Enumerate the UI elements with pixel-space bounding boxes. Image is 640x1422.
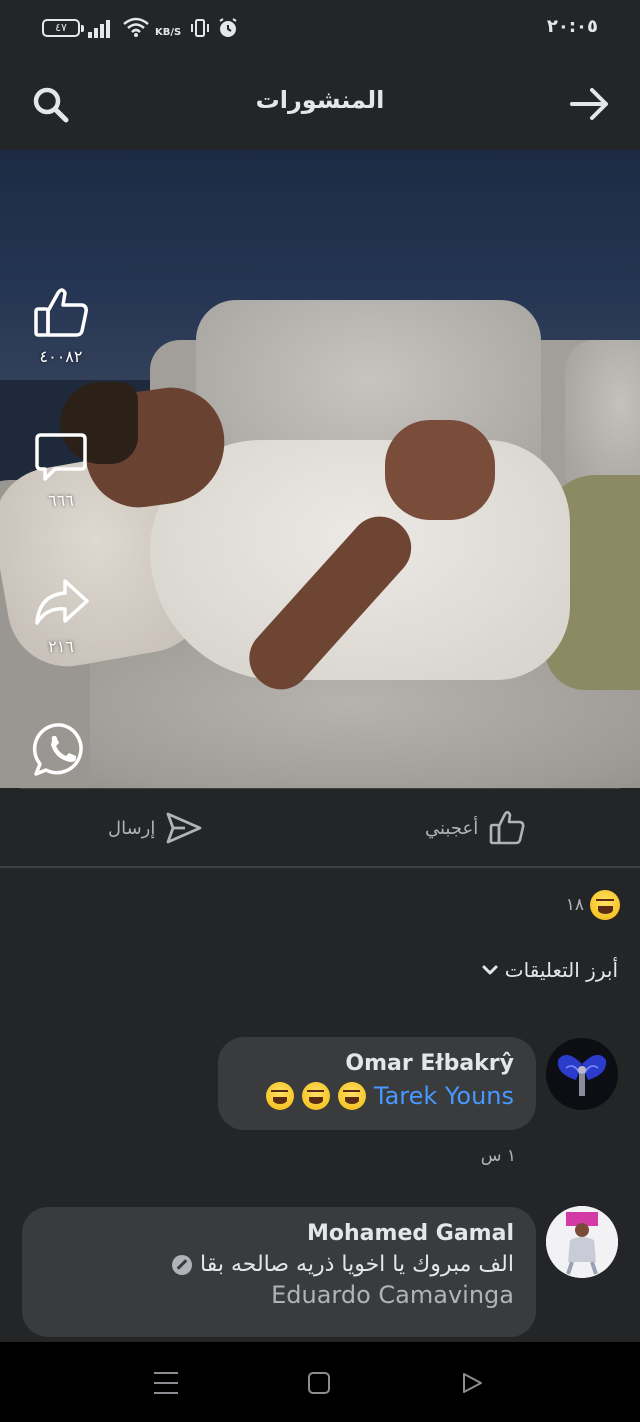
avatar[interactable] bbox=[546, 1038, 618, 1110]
whatsapp-icon bbox=[32, 723, 83, 776]
top-app-bar: المنشورات bbox=[0, 56, 640, 150]
thumbs-up-icon bbox=[34, 288, 88, 337]
vibrate-icon bbox=[191, 19, 209, 37]
like-button[interactable]: أعجبني bbox=[425, 808, 526, 848]
comment-text: الف مبروك يا اخويا ذريه صالحه بقا bbox=[200, 1252, 514, 1277]
comment-icon bbox=[35, 433, 87, 481]
post-video[interactable]: ٤٠٠٨٢ ٦٦٦ ٢١٦ bbox=[0, 150, 640, 788]
alarm-icon bbox=[219, 18, 237, 37]
signal-icon bbox=[88, 20, 112, 38]
reactions-summary[interactable]: ١٨ bbox=[566, 890, 620, 920]
laughing-emoji-icon bbox=[301, 1082, 330, 1110]
comment-author[interactable]: Mohamed Gamal bbox=[44, 1221, 514, 1246]
net-speed: KB/S bbox=[155, 27, 182, 38]
send-button[interactable]: إرسال bbox=[108, 808, 203, 848]
send-icon bbox=[166, 812, 202, 844]
comment-mention[interactable]: Tarek Youns bbox=[374, 1082, 514, 1110]
like-label: أعجبني bbox=[425, 817, 479, 839]
laughing-emoji-icon bbox=[337, 1082, 366, 1110]
comment-mention[interactable]: Eduardo Camavinga bbox=[44, 1281, 514, 1309]
chevron-down-icon bbox=[482, 965, 498, 975]
comment-bubble[interactable]: Mohamed Gamal الف مبروك يا اخويا ذريه صا… bbox=[22, 1207, 536, 1337]
home-icon[interactable] bbox=[308, 1372, 330, 1394]
whatsapp-side-button[interactable] bbox=[28, 721, 94, 779]
comment-timestamp: ١ س bbox=[480, 1146, 516, 1166]
send-label: إرسال bbox=[108, 817, 156, 839]
arrow-right-icon[interactable] bbox=[568, 82, 612, 126]
comment-count: ٦٦٦ bbox=[48, 491, 74, 510]
share-side-button[interactable]: ٢١٦ bbox=[28, 575, 94, 656]
battery-level: ٤٧ bbox=[55, 21, 67, 34]
back-triangle-icon[interactable] bbox=[460, 1371, 484, 1395]
system-nav-bar bbox=[0, 1342, 640, 1422]
like-count: ٤٠٠٨٢ bbox=[39, 347, 83, 366]
menu-icon[interactable] bbox=[154, 1372, 178, 1394]
like-side-button[interactable]: ٤٠٠٨٢ bbox=[28, 285, 94, 366]
page-title: المنشورات bbox=[255, 86, 385, 114]
wifi-icon bbox=[123, 17, 149, 37]
sort-label: أبرز التعليقات bbox=[504, 958, 618, 982]
divider bbox=[20, 788, 620, 789]
reaction-count: ١٨ bbox=[565, 895, 584, 915]
post-action-row: إرسال أعجبني bbox=[0, 790, 640, 866]
comment-bubble[interactable]: Omar Ełbakrŷ Tarek Youns bbox=[218, 1037, 536, 1130]
blocked-icon bbox=[172, 1254, 193, 1275]
share-count: ٢١٦ bbox=[48, 637, 74, 656]
status-bar: ٤٧ KB/S ٢٠:٠٥ bbox=[0, 0, 640, 56]
status-time: ٢٠:٠٥ bbox=[546, 16, 598, 37]
haha-emoji-icon bbox=[590, 890, 620, 920]
comment-author[interactable]: Omar Ełbakrŷ bbox=[240, 1051, 514, 1076]
thumbs-up-icon bbox=[489, 810, 525, 845]
comments-sort[interactable]: أبرز التعليقات bbox=[481, 958, 618, 982]
divider bbox=[0, 866, 640, 868]
laughing-emoji-icon bbox=[265, 1082, 294, 1110]
battery-icon: ٤٧ bbox=[42, 19, 84, 37]
avatar[interactable] bbox=[546, 1206, 618, 1278]
comment-side-button[interactable]: ٦٦٦ bbox=[28, 429, 94, 510]
share-icon bbox=[35, 579, 89, 625]
